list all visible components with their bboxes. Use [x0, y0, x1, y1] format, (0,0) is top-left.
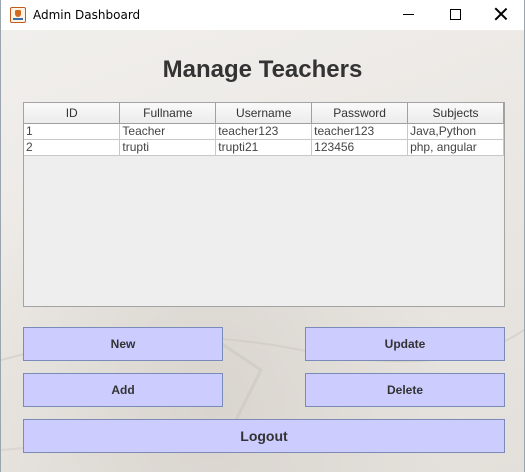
column-header-subjects[interactable]: Subjects [407, 103, 504, 124]
table-cell[interactable]: trupti21 [215, 139, 313, 156]
close-button[interactable] [478, 0, 524, 30]
title-bar[interactable]: Admin Dashboard [1, 0, 524, 30]
table-cell[interactable]: Teacher [119, 123, 217, 140]
maximize-icon [450, 9, 461, 20]
java-cup-icon [10, 7, 26, 23]
table-row[interactable]: 1 Teacher teacher123 teacher123 Java,Pyt… [24, 123, 504, 140]
table-row[interactable]: 2 trupti trupti21 123456 php, angular [24, 139, 504, 156]
table-cell[interactable]: 123456 [311, 139, 409, 156]
table-cell[interactable]: 1 [24, 123, 121, 140]
new-button[interactable]: New [23, 327, 223, 361]
app-window: Admin Dashboard Manage Teachers ID Fulln… [0, 0, 525, 472]
page-title: Manage Teachers [162, 56, 363, 83]
table-cell[interactable]: teacher123 [311, 123, 409, 140]
maximize-button[interactable] [432, 0, 478, 30]
column-header-id[interactable]: ID [24, 103, 121, 124]
column-header-fullname[interactable]: Fullname [119, 103, 217, 124]
minimize-button[interactable] [386, 0, 432, 30]
table-cell[interactable]: Java,Python [407, 123, 504, 140]
logout-button[interactable]: Logout [23, 419, 505, 453]
table-cell[interactable]: teacher123 [215, 123, 313, 140]
table-header-row: ID Fullname Username Password Subjects [24, 103, 504, 124]
teachers-table[interactable]: ID Fullname Username Password Subjects 1… [23, 102, 505, 307]
window-title: Admin Dashboard [33, 8, 141, 22]
minimize-icon [403, 14, 414, 15]
close-icon [494, 7, 508, 21]
table-cell[interactable]: php, angular [407, 139, 504, 156]
table-cell[interactable]: 2 [24, 139, 121, 156]
delete-button[interactable]: Delete [305, 373, 505, 407]
content-panel: Manage Teachers ID Fullname Username Pas… [1, 30, 524, 472]
update-button[interactable]: Update [305, 327, 505, 361]
table-cell[interactable]: trupti [119, 139, 217, 156]
column-header-password[interactable]: Password [311, 103, 409, 124]
add-button[interactable]: Add [23, 373, 223, 407]
teachers-grid[interactable]: ID Fullname Username Password Subjects 1… [24, 103, 504, 156]
column-header-username[interactable]: Username [215, 103, 313, 124]
